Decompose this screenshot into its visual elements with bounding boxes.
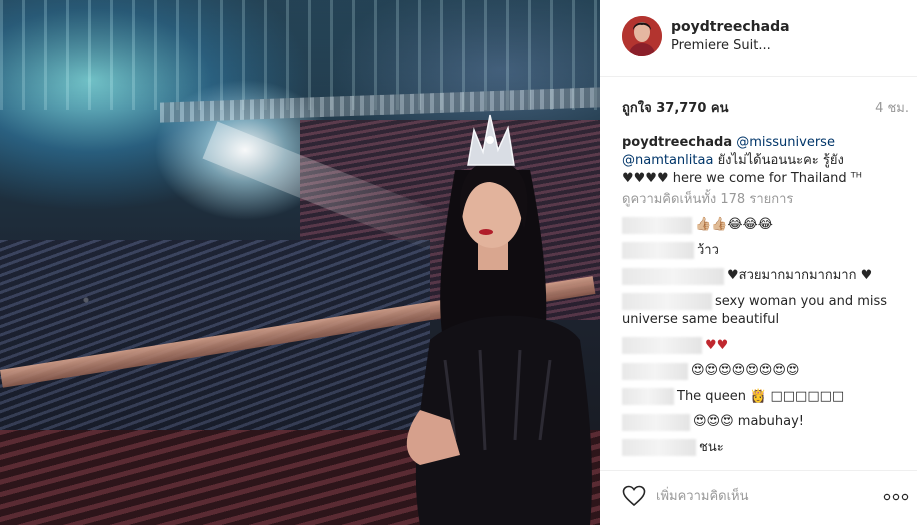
comment-text: 😍😍😍😍😍😍😍😍 <box>691 363 800 378</box>
heart-icon[interactable] <box>622 485 646 507</box>
comment-text: ♥สวยมากมากมากมาก ♥ <box>727 268 873 283</box>
comment-text: ว้าว <box>697 242 719 258</box>
post-footer <box>600 470 917 525</box>
post-sidebar: poydtreechada Premiere Suit... ถูกใจ 37,… <box>600 0 917 525</box>
comment: sexy woman you and miss universe same be… <box>622 293 912 330</box>
avatar-image <box>622 16 662 56</box>
comment: The queen 👸 □□□□□□ <box>622 388 912 407</box>
comment: ♥สวยมากมากมากมาก ♥ <box>622 267 912 286</box>
post-header: poydtreechada Premiere Suit... <box>600 0 917 77</box>
view-all-comments-link[interactable]: ดูความคิดเห็นทั้ง 178 รายการ <box>622 191 912 209</box>
blurred-username[interactable] <box>622 439 696 456</box>
post-username[interactable]: poydtreechada <box>671 19 790 35</box>
comment: ♥♥ <box>622 337 912 356</box>
comment-text: The queen 👸 □□□□□□ <box>677 388 845 404</box>
blurred-username[interactable] <box>622 337 702 354</box>
comment: ว้าว <box>622 242 912 261</box>
post-timestamp[interactable]: 4 ชม. <box>875 97 909 118</box>
caption-text: ♥♥♥♥ here we come for Thailand ᵀᴴ <box>622 171 862 186</box>
blurred-username[interactable] <box>622 362 688 380</box>
blurred-username[interactable] <box>622 267 724 285</box>
woman-with-crown <box>406 114 592 525</box>
comment: 😍😍😍😍😍😍😍😍 <box>622 362 912 381</box>
blurred-username[interactable] <box>622 388 674 405</box>
caption: poydtreechada @missuniverse @namtanlitaa… <box>622 134 912 188</box>
blurred-username[interactable] <box>622 242 694 259</box>
comment-text: 👍🏼👍🏼😂😂😂 <box>695 217 773 232</box>
comment-text: ♥♥ <box>705 337 729 353</box>
likes-row: ถูกใจ 37,770 คน 4 ชม. <box>622 97 909 118</box>
add-comment-input[interactable] <box>656 485 856 507</box>
post-location[interactable]: Premiere Suit... <box>671 38 771 53</box>
blurred-username[interactable] <box>622 216 692 234</box>
caption-text: ยังไม่ได้นอนนะคะ รู้ยัง <box>713 153 844 168</box>
blurred-username[interactable] <box>622 293 712 310</box>
post-photo[interactable] <box>0 0 600 525</box>
comment-text: 😍😍😍 mabuhay! <box>693 414 805 429</box>
avatar[interactable] <box>622 16 662 56</box>
blurred-username[interactable] <box>622 413 690 431</box>
caption-username[interactable]: poydtreechada <box>622 135 732 150</box>
caption-mention[interactable]: @namtanlitaa <box>622 153 713 168</box>
comment-text: ชนะ <box>699 439 724 455</box>
comment: 👍🏼👍🏼😂😂😂 <box>622 216 912 235</box>
likes-count[interactable]: ถูกใจ 37,770 คน <box>622 97 729 118</box>
comment: 😍😍😍 mabuhay! <box>622 413 912 432</box>
caption-mention[interactable]: @missuniverse <box>736 135 835 150</box>
comments-section: poydtreechada @missuniverse @namtanlitaa… <box>622 134 912 457</box>
more-options-icon[interactable] <box>883 493 909 501</box>
comment: ชนะ <box>622 439 912 458</box>
